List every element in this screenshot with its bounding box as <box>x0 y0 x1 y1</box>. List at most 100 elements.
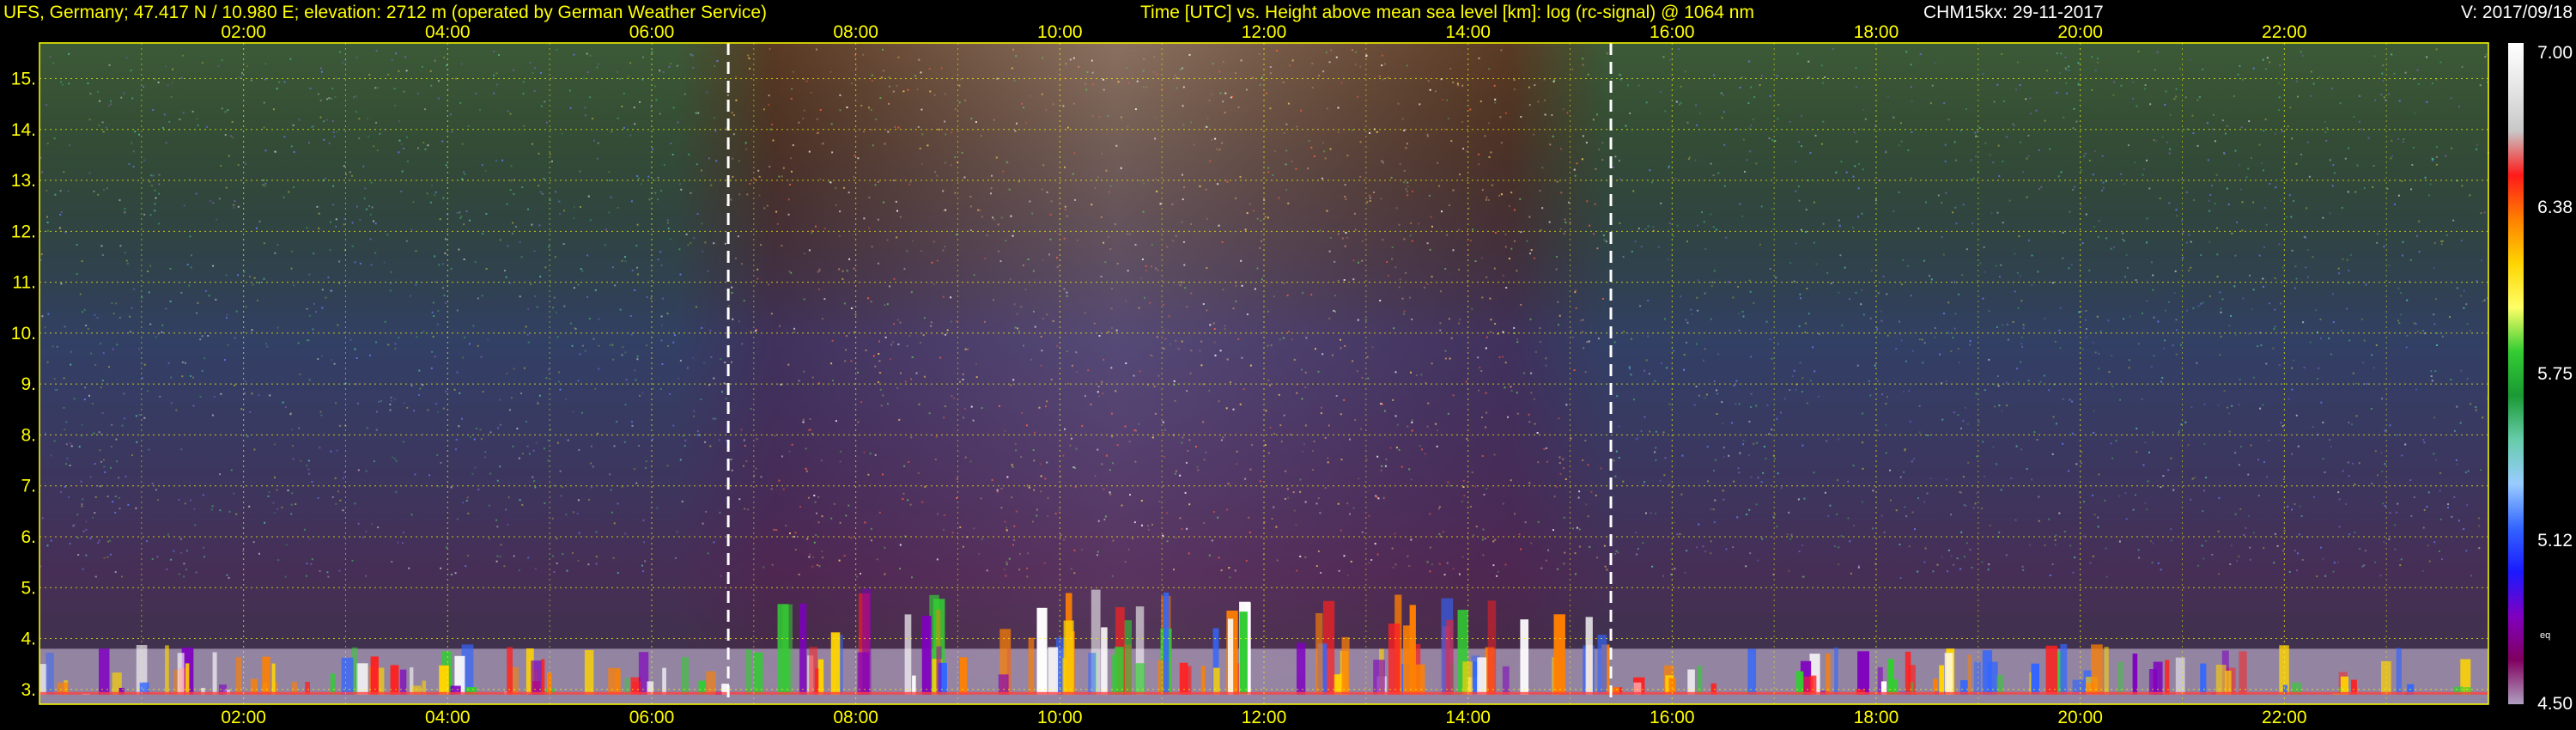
noise-speck <box>1005 561 1008 563</box>
noise-speck <box>771 563 774 566</box>
noise-speck <box>1544 113 1546 116</box>
noise-speck <box>775 529 778 532</box>
noise-speck <box>1488 199 1490 201</box>
noise-speck <box>127 503 130 506</box>
noise-speck <box>552 555 555 557</box>
noise-speck <box>1647 300 1649 301</box>
noise-speck <box>666 313 669 315</box>
noise-speck <box>1932 570 1935 573</box>
noise-speck <box>1559 228 1562 230</box>
noise-speck <box>2233 285 2236 288</box>
noise-speck <box>637 273 640 276</box>
noise-speck <box>1959 491 1961 494</box>
noise-speck <box>1841 324 1844 326</box>
noise-speck <box>2241 201 2244 204</box>
noise-speck <box>581 270 584 272</box>
noise-speck <box>1558 456 1561 459</box>
noise-speck <box>2231 405 2233 407</box>
noise-speck <box>1278 197 1280 199</box>
noise-speck <box>768 283 770 286</box>
noise-speck <box>480 438 483 441</box>
noise-speck <box>852 307 854 309</box>
noise-speck <box>996 490 999 493</box>
noise-speck <box>2418 220 2421 222</box>
noise-speck <box>1246 212 1249 215</box>
noise-speck <box>2286 151 2288 154</box>
noise-speck <box>1826 440 1828 442</box>
noise-speck <box>2238 404 2240 406</box>
noise-speck <box>1941 202 1943 204</box>
noise-speck <box>1716 392 1718 395</box>
noise-speck <box>115 438 118 441</box>
noise-speck <box>83 308 86 311</box>
noise-speck <box>1403 310 1406 313</box>
noise-speck <box>894 125 896 128</box>
noise-speck <box>707 270 709 272</box>
noise-speck <box>284 575 287 578</box>
noise-speck <box>1918 431 1921 434</box>
noise-speck <box>1134 108 1137 111</box>
noise-speck <box>44 326 46 329</box>
noise-speck <box>811 433 814 435</box>
noise-speck <box>1562 458 1564 460</box>
noise-speck <box>2227 406 2228 409</box>
noise-speck <box>1334 260 1336 263</box>
noise-speck <box>763 207 766 210</box>
noise-speck <box>819 178 822 180</box>
noise-speck <box>933 94 936 96</box>
noise-speck <box>1857 216 1860 218</box>
noise-speck <box>1392 566 1394 569</box>
noise-speck <box>2318 367 2320 369</box>
noise-speck <box>325 296 327 299</box>
noise-speck <box>1343 555 1346 557</box>
noise-speck <box>161 324 164 326</box>
noise-speck <box>1659 479 1662 482</box>
noise-speck <box>2302 321 2305 324</box>
noise-speck <box>617 572 619 575</box>
noise-speck <box>376 149 379 152</box>
noise-speck <box>410 384 413 386</box>
noise-speck <box>552 307 555 309</box>
noise-speck <box>1190 222 1192 225</box>
noise-speck <box>1905 51 1908 53</box>
noise-speck <box>1489 297 1492 300</box>
noise-speck <box>2348 147 2350 149</box>
noise-speck <box>1696 546 1698 549</box>
colorbar-tick-label: 5.75 <box>2537 364 2573 384</box>
noise-speck <box>638 445 641 447</box>
noise-speck <box>533 90 536 92</box>
noise-speck <box>154 78 156 81</box>
noise-speck <box>821 515 823 518</box>
noise-speck <box>645 460 647 463</box>
noise-speck <box>543 178 545 180</box>
noise-speck <box>2427 491 2430 494</box>
noise-speck <box>41 171 43 173</box>
noise-speck <box>323 138 325 141</box>
noise-speck <box>1549 143 1552 146</box>
noise-speck <box>896 210 898 212</box>
noise-speck <box>1619 222 1621 224</box>
noise-speck <box>1959 568 1962 570</box>
noise-speck <box>1074 198 1076 201</box>
noise-speck <box>545 377 548 380</box>
noise-speck <box>2245 526 2247 529</box>
noise-speck <box>298 119 301 121</box>
noise-speck <box>838 234 841 237</box>
noise-speck <box>2124 492 2127 495</box>
noise-speck <box>1619 74 1622 76</box>
noise-speck <box>798 380 800 382</box>
noise-speck <box>1794 161 1796 163</box>
noise-speck <box>474 261 477 264</box>
noise-speck <box>619 77 622 80</box>
noise-speck <box>482 391 484 393</box>
noise-speck <box>1678 103 1680 106</box>
noise-speck <box>1961 274 1964 277</box>
noise-speck <box>290 267 293 270</box>
noise-speck <box>906 250 908 252</box>
noise-speck <box>1134 460 1137 463</box>
noise-speck <box>1398 448 1400 451</box>
noise-speck <box>1361 531 1364 533</box>
noise-speck <box>2084 319 2087 321</box>
noise-speck <box>422 142 425 143</box>
noise-speck <box>551 517 554 520</box>
